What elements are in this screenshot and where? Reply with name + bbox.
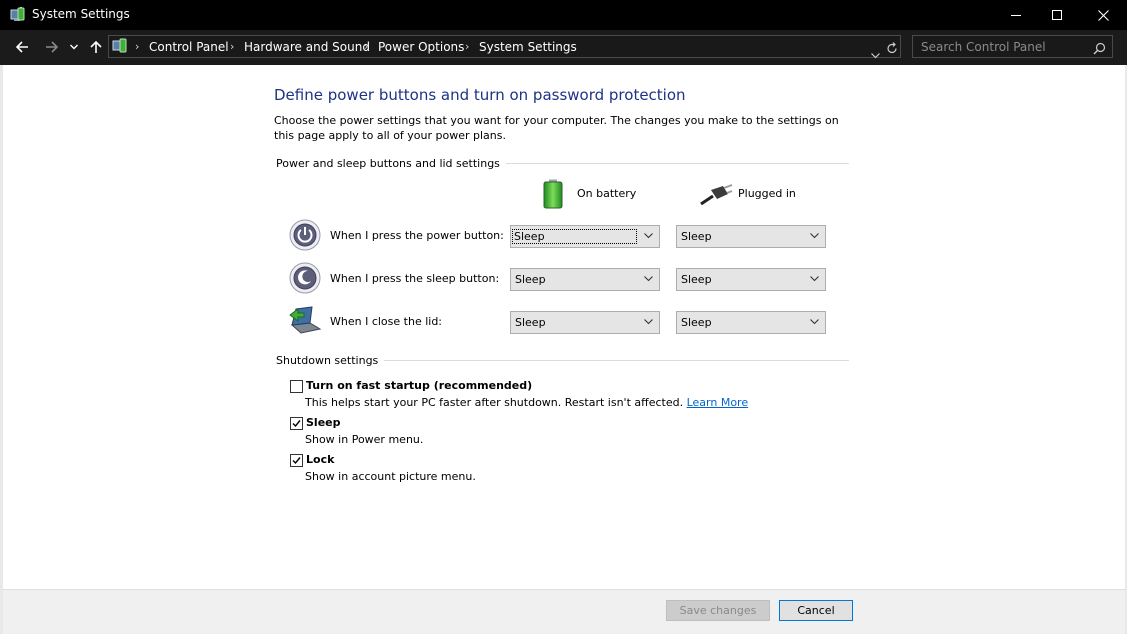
chevron-down-icon [810,233,819,239]
left-border [0,65,3,634]
chevron-down-icon [810,319,819,325]
address-box[interactable]: › Control Panel › Hardware and Sound › P… [108,35,901,59]
back-button[interactable] [12,38,32,56]
minimize-button[interactable] [993,0,1039,30]
lid-plugged-in-select[interactable]: Sleep [676,311,826,334]
search-icon[interactable] [1093,40,1106,59]
chevron-down-icon [644,276,653,282]
chevron-down-icon [70,44,78,50]
row-label-close-lid: When I close the lid: [330,315,443,328]
refresh-icon [887,42,897,54]
page-title: Define power buttons and turn on passwor… [274,86,686,104]
save-changes-button[interactable]: Save changes [666,600,770,621]
footer-bar [3,590,1125,634]
battery-icon [542,179,564,213]
sleep-checkbox[interactable] [290,417,303,430]
sleep-description: Show in Power menu. [305,433,424,446]
title-bar: System Settings [0,0,1127,30]
fast-startup-description: This helps start your PC faster after sh… [305,396,749,409]
chevron-down-icon [810,276,819,282]
arrow-left-icon [15,41,28,53]
laptop-lid-icon [288,305,322,339]
search-input[interactable] [913,36,1091,57]
breadcrumb-hardware-and-sound[interactable]: Hardware and Sound [244,40,370,54]
fast-startup-label[interactable]: Turn on fast startup (recommended) [306,379,532,392]
row-label-sleep-button: When I press the sleep button: [330,272,500,285]
lock-description: Show in account picture menu. [305,470,476,483]
power-plug-icon [699,184,733,210]
power-button-icon [289,219,321,255]
row-label-power-button: When I press the power button: [330,229,504,242]
sleep-label[interactable]: Sleep [306,416,341,429]
address-bar: › Control Panel › Hardware and Sound › P… [0,30,1127,65]
chevron-down-icon [644,233,653,239]
lock-checkbox[interactable] [290,454,303,467]
arrow-right-icon [46,41,59,53]
column-on-battery: On battery [577,187,637,200]
close-icon [1097,9,1109,21]
power-button-plugged-in-select[interactable]: Sleep [676,225,826,248]
up-button[interactable] [86,38,106,56]
checkmark-icon [292,420,301,428]
breadcrumb-separator: › [230,40,235,53]
window-title: System Settings [32,7,130,21]
sleep-button-icon [289,262,321,298]
learn-more-link[interactable]: Learn More [687,396,749,409]
page-description: Choose the power settings that you want … [274,114,839,142]
search-box [912,35,1113,58]
breadcrumb-separator: › [364,40,369,53]
power-button-on-battery-select[interactable]: Sleep [510,225,660,248]
refresh-button[interactable] [886,40,898,59]
sleep-button-on-battery-select[interactable]: Sleep [510,268,660,291]
maximize-icon [1052,10,1062,20]
power-options-icon [9,6,27,24]
breadcrumb-power-options[interactable]: Power Options [378,40,464,54]
checkmark-icon [292,457,301,465]
recent-locations-button[interactable] [66,38,82,56]
chevron-down-icon [871,53,880,59]
close-button[interactable] [1080,0,1126,30]
minimize-icon [1011,15,1021,16]
cancel-button[interactable]: Cancel [779,600,853,621]
breadcrumb-separator: › [135,40,140,53]
forward-button[interactable] [42,38,62,56]
breadcrumb-control-panel[interactable]: Control Panel [149,40,229,54]
column-plugged-in: Plugged in [738,187,796,200]
lock-label[interactable]: Lock [306,453,334,466]
chevron-down-icon [644,319,653,325]
maximize-button[interactable] [1034,0,1080,30]
sleep-button-plugged-in-select[interactable]: Sleep [676,268,826,291]
section-title-buttons: Power and sleep buttons and lid settings [276,157,506,170]
section-title-shutdown: Shutdown settings [276,354,385,367]
lid-on-battery-select[interactable]: Sleep [510,311,660,334]
breadcrumb-separator: › [465,40,470,53]
fast-startup-checkbox[interactable] [290,380,303,393]
breadcrumb-system-settings[interactable]: System Settings [479,40,577,54]
control-panel-icon [112,38,130,59]
arrow-up-icon [90,40,102,53]
address-dropdown-button[interactable] [871,44,880,63]
